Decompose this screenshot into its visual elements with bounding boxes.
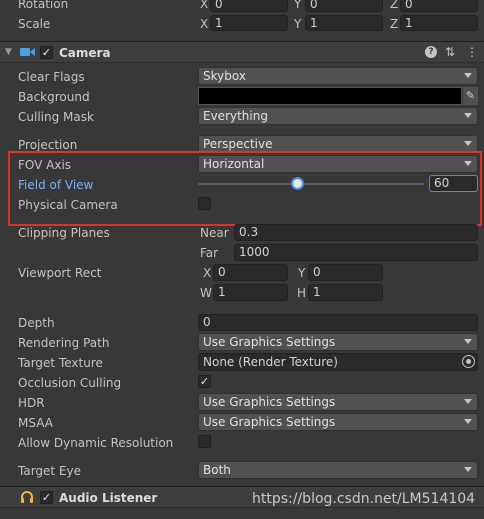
culling-mask-label: Culling Mask bbox=[18, 110, 94, 124]
viewport-h-label: H bbox=[297, 286, 307, 300]
culling-mask-dropdown[interactable]: Everything bbox=[198, 107, 478, 125]
rendering-path-dropdown[interactable]: Use Graphics Settings bbox=[198, 333, 478, 351]
scale-z-label: Z bbox=[390, 17, 399, 31]
viewport-w-label: W bbox=[200, 286, 212, 300]
viewport-y-field[interactable]: 0 bbox=[308, 264, 383, 281]
physical-camera-checkbox[interactable] bbox=[198, 197, 211, 210]
field-of-view-label: Field of View bbox=[18, 178, 94, 192]
scale-x-field[interactable]: 1 bbox=[210, 15, 288, 31]
eyedropper-icon[interactable]: ✎ bbox=[463, 87, 478, 105]
fov-axis-label: FOV Axis bbox=[18, 158, 72, 172]
near-label: Near bbox=[200, 226, 229, 240]
chevron-down-icon bbox=[464, 467, 472, 472]
depth-field[interactable]: 0 bbox=[198, 314, 478, 331]
object-picker-dot bbox=[466, 359, 471, 364]
target-eye-value: Both bbox=[203, 463, 231, 477]
scale-y-label: Y bbox=[294, 17, 302, 31]
viewport-h-field[interactable]: 1 bbox=[308, 284, 383, 301]
scale-y-field[interactable]: 1 bbox=[305, 15, 383, 31]
msaa-dropdown[interactable]: Use Graphics Settings bbox=[198, 413, 478, 431]
object-picker-icon[interactable] bbox=[462, 355, 475, 368]
rotation-y-label: Y bbox=[294, 0, 302, 11]
projection-value: Perspective bbox=[203, 137, 273, 151]
audio-listener-enabled-checkbox[interactable]: ✓ bbox=[40, 491, 53, 504]
preset-icon[interactable]: ⇅ bbox=[445, 45, 455, 59]
viewport-y-label: Y bbox=[298, 266, 306, 280]
allow-dynamic-resolution-checkbox[interactable] bbox=[198, 435, 211, 448]
allow-dynamic-resolution-label: Allow Dynamic Resolution bbox=[18, 436, 174, 450]
clear-flags-label: Clear Flags bbox=[18, 70, 85, 84]
chevron-down-icon bbox=[464, 419, 472, 424]
chevron-down-icon bbox=[464, 399, 472, 404]
scale-x-label: X bbox=[200, 17, 209, 31]
help-icon[interactable]: ? bbox=[425, 46, 437, 58]
component-menu-icon[interactable]: ⋮ bbox=[466, 45, 478, 59]
msaa-label: MSAA bbox=[18, 416, 53, 430]
clear-flags-dropdown[interactable]: Skybox bbox=[198, 67, 478, 85]
msaa-value: Use Graphics Settings bbox=[203, 415, 336, 429]
projection-label: Projection bbox=[18, 138, 78, 152]
fov-axis-value: Horizontal bbox=[203, 157, 265, 171]
clear-flags-value: Skybox bbox=[203, 69, 246, 83]
audio-listener-title: Audio Listener bbox=[59, 491, 158, 505]
far-field[interactable]: 1000 bbox=[234, 244, 478, 261]
fov-slider-track[interactable] bbox=[198, 183, 424, 185]
occlusion-culling-label: Occlusion Culling bbox=[18, 376, 122, 390]
watermark-text: https://blog.csdn.net/LM514104 bbox=[252, 491, 476, 507]
chevron-down-icon bbox=[464, 339, 472, 344]
headphones-icon bbox=[20, 490, 34, 506]
chevron-down-icon bbox=[464, 161, 472, 166]
rendering-path-label: Rendering Path bbox=[18, 336, 110, 350]
chevron-down-icon bbox=[464, 141, 472, 146]
viewport-w-field[interactable]: 1 bbox=[213, 284, 288, 301]
rotation-y-field[interactable]: 0 bbox=[305, 0, 383, 12]
viewport-x-field[interactable]: 0 bbox=[213, 264, 288, 281]
target-texture-field[interactable]: None (Render Texture) bbox=[198, 353, 478, 371]
camera-title: Camera bbox=[59, 46, 111, 60]
chevron-down-icon bbox=[464, 73, 472, 78]
target-texture-value: None (Render Texture) bbox=[203, 355, 338, 369]
fov-slider-thumb[interactable] bbox=[290, 177, 304, 190]
hdr-label: HDR bbox=[18, 396, 45, 410]
far-label: Far bbox=[200, 246, 219, 260]
rotation-x-label: X bbox=[200, 0, 209, 11]
rendering-path-value: Use Graphics Settings bbox=[203, 335, 336, 349]
culling-mask-value: Everything bbox=[203, 109, 268, 123]
scale-z-field[interactable]: 1 bbox=[400, 15, 478, 31]
foldout-arrow-icon[interactable]: ▼ bbox=[5, 45, 12, 59]
rotation-x-field[interactable]: 0 bbox=[210, 0, 288, 12]
fov-axis-dropdown[interactable]: Horizontal bbox=[198, 155, 478, 173]
hdr-value: Use Graphics Settings bbox=[203, 395, 336, 409]
target-eye-label: Target Eye bbox=[18, 464, 82, 478]
camera-enabled-checkbox[interactable]: ✓ bbox=[40, 46, 53, 59]
camera-icon bbox=[20, 46, 36, 61]
physical-camera-label: Physical Camera bbox=[18, 198, 118, 212]
hdr-dropdown[interactable]: Use Graphics Settings bbox=[198, 393, 478, 411]
background-label: Background bbox=[18, 90, 90, 104]
near-field[interactable]: 0.3 bbox=[234, 224, 478, 241]
chevron-down-icon bbox=[464, 113, 472, 118]
occlusion-culling-checkbox[interactable]: ✓ bbox=[198, 375, 211, 388]
rotation-z-label: Z bbox=[390, 0, 399, 11]
rotation-z-field[interactable]: 0 bbox=[400, 0, 478, 12]
target-texture-label: Target Texture bbox=[18, 356, 103, 370]
background-color-swatch[interactable] bbox=[198, 87, 462, 105]
depth-label: Depth bbox=[18, 316, 55, 330]
rotation-label: Rotation bbox=[18, 0, 69, 11]
clipping-planes-label: Clipping Planes bbox=[18, 226, 110, 240]
target-eye-dropdown[interactable]: Both bbox=[198, 461, 478, 479]
fov-value-field[interactable]: 60 bbox=[429, 175, 478, 192]
viewport-rect-label: Viewport Rect bbox=[18, 266, 102, 280]
scale-label: Scale bbox=[18, 17, 51, 31]
viewport-x-label: X bbox=[203, 266, 212, 280]
